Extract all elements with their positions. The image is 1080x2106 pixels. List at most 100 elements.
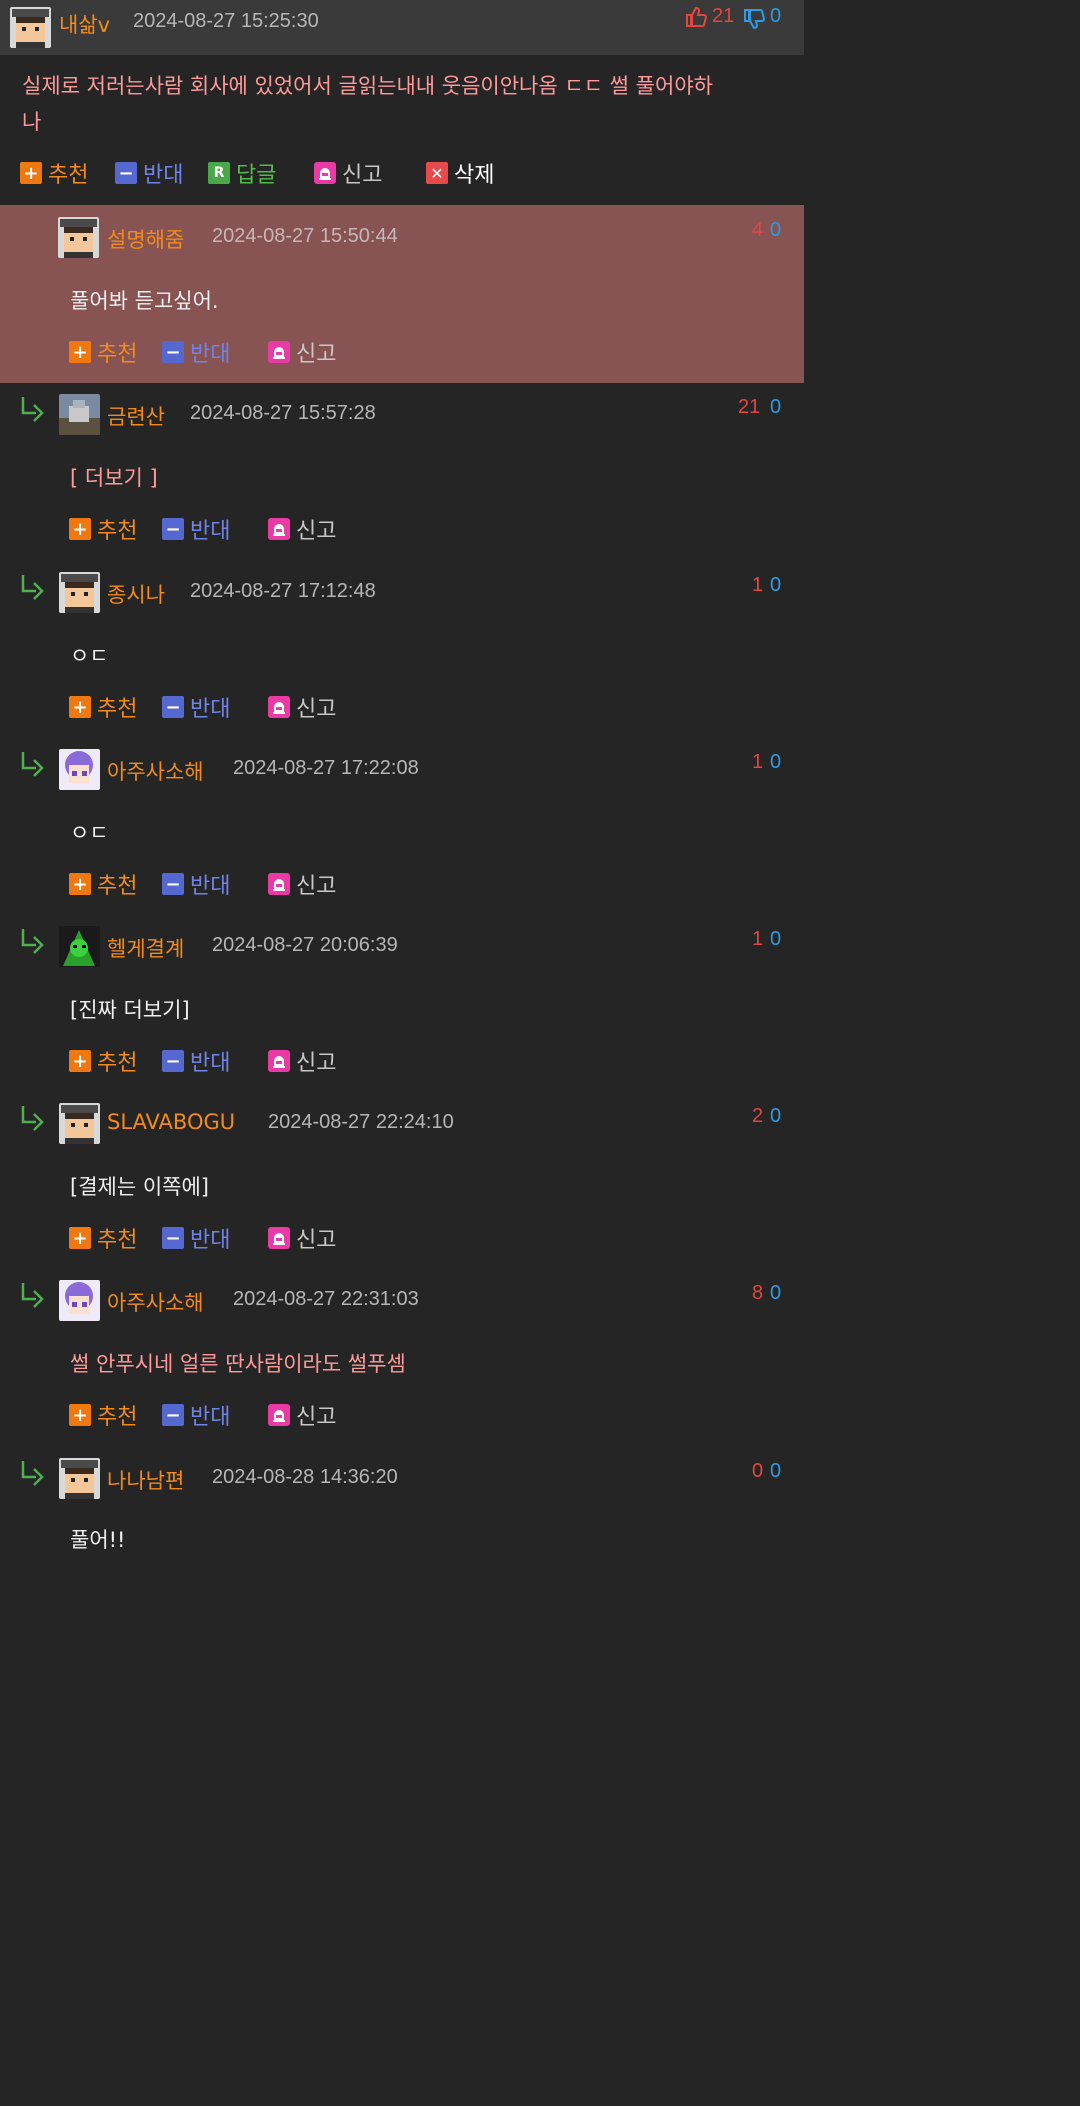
comment-text-cont: 나 [22, 110, 42, 134]
nickname[interactable]: 헬게결계 [107, 933, 184, 963]
recommend-button[interactable]: + 추천 [20, 159, 88, 188]
nickname[interactable]: 나나남편 [107, 1465, 184, 1495]
oppose-button[interactable]: − 반대 [115, 159, 183, 188]
comment-actions: + 추천 − 반대 신고 [0, 693, 804, 725]
report-button[interactable]: 신고 [268, 338, 336, 367]
plus-icon: + [69, 1404, 91, 1426]
plus-icon: + [69, 696, 91, 718]
comment-actions: + 추천 − 반대 신고 [0, 1224, 804, 1256]
reply-arrow-icon [20, 751, 48, 777]
reply-item: 설명해줌 2024-08-27 15:50:44 4 0 풀어봐 듣고싶어. +… [0, 205, 804, 383]
siren-icon [268, 518, 290, 540]
oppose-button[interactable]: − 반대 [162, 870, 230, 899]
downvote-count: 0 [770, 5, 782, 27]
avatar[interactable] [58, 217, 99, 258]
reply-arrow-icon [20, 928, 48, 954]
reply-item: 아주사소해 2024-08-27 22:31:03 8 0 썰 안푸시네 얼른 … [0, 1268, 804, 1446]
reply-item: 헬게결계 2024-08-27 20:06:39 1 0 [진짜 더보기] + 추… [0, 914, 804, 1092]
timestamp: 2024-08-27 17:12:48 [190, 580, 376, 602]
timestamp: 2024-08-28 14:36:20 [212, 1466, 398, 1488]
minus-icon: − [115, 162, 137, 184]
upvote-count: 21 [738, 396, 761, 418]
recommend-button[interactable]: + 추천 [69, 870, 137, 899]
report-button[interactable]: 신고 [268, 693, 336, 722]
close-x-icon: ✕ [426, 162, 448, 184]
reply-item: 아주사소해 2024-08-27 17:22:08 1 0 ㅇㄷ + 추천 − 반대… [0, 737, 804, 915]
nickname[interactable]: 설명해줌 [107, 224, 184, 254]
report-button[interactable]: 신고 [268, 870, 336, 899]
oppose-button[interactable]: − 반대 [162, 693, 230, 722]
oppose-button[interactable]: − 반대 [162, 338, 230, 367]
timestamp: 2024-08-27 20:06:39 [212, 934, 398, 956]
plus-icon: + [69, 873, 91, 895]
reply-button[interactable]: R 답글 [208, 159, 276, 188]
oppose-button[interactable]: − 반대 [162, 1224, 230, 1253]
report-button[interactable]: 신고 [268, 515, 336, 544]
nickname[interactable]: 아주사소해 [107, 1287, 204, 1317]
comment-text: 실제로 저러는사람 회사에 있었어서 글읽는내내 웃음이안나옴 ㄷㄷ 썰 풀어야… [22, 74, 713, 98]
nickname[interactable]: 금련산 [107, 401, 165, 431]
avatar[interactable] [59, 926, 100, 967]
comment-actions: + 추천 − 반대 R 답글 신고 ✕ 삭제 [0, 159, 804, 191]
siren-icon [268, 696, 290, 718]
recommend-button[interactable]: + 추천 [69, 515, 137, 544]
plus-icon: + [69, 1050, 91, 1072]
comment-text: 풀어!! [70, 1528, 126, 1552]
timestamp: 2024-08-27 15:50:44 [212, 225, 398, 247]
report-button[interactable]: 신고 [268, 1047, 336, 1076]
minus-icon: − [162, 1050, 184, 1072]
upvote-count: 2 [752, 1105, 764, 1127]
report-button[interactable]: 신고 [268, 1401, 336, 1430]
report-button[interactable]: 신고 [268, 1224, 336, 1253]
comment-text: ㅇㄷ [70, 644, 109, 668]
upvote-count: 1 [752, 574, 764, 596]
recommend-button[interactable]: + 추천 [69, 1401, 137, 1430]
report-button[interactable]: 신고 [314, 159, 382, 188]
avatar[interactable] [59, 1458, 100, 1499]
upvote-count: 4 [752, 219, 764, 241]
siren-icon [268, 1404, 290, 1426]
downvote-count: 0 [770, 1460, 782, 1482]
avatar[interactable] [59, 1103, 100, 1144]
plus-icon: + [69, 1227, 91, 1249]
downvote-count: 0 [770, 219, 782, 241]
oppose-button[interactable]: − 반대 [162, 1401, 230, 1430]
comment-text: ㅇㄷ [70, 821, 109, 845]
thumbs-down-icon[interactable] [742, 7, 766, 35]
nickname[interactable]: 아주사소해 [107, 756, 204, 786]
comment-text[interactable]: [ 더보기 ] [70, 462, 158, 492]
nickname[interactable]: 종시나 [107, 579, 165, 609]
downvote-count: 0 [770, 1105, 782, 1127]
thumbs-up-icon[interactable] [684, 5, 708, 33]
comment-actions: + 추천 − 반대 신고 [0, 338, 804, 370]
comment-text: 풀어봐 듣고싶어. [70, 289, 219, 313]
avatar[interactable] [59, 572, 100, 613]
timestamp: 2024-08-27 15:25:30 [133, 10, 319, 32]
downvote-count: 0 [770, 1282, 782, 1304]
avatar[interactable] [59, 749, 100, 790]
comment-text[interactable]: [진짜 더보기] [70, 994, 190, 1024]
recommend-button[interactable]: + 추천 [69, 1224, 137, 1253]
recommend-button[interactable]: + 추천 [69, 338, 137, 367]
avatar[interactable] [59, 394, 100, 435]
comment-text[interactable]: [결제는 이쪽에] [70, 1171, 209, 1201]
avatar[interactable] [59, 1280, 100, 1321]
nickname[interactable]: 내삶v [59, 9, 110, 39]
main-comment-body: 실제로 저러는사람 회사에 있었어서 글읽는내내 웃음이안나옴 ㄷㄷ 썰 풀어야… [0, 55, 804, 205]
recommend-button[interactable]: + 추천 [69, 693, 137, 722]
reply-arrow-icon [20, 574, 48, 600]
nickname[interactable]: SLAVABOGU [107, 1110, 235, 1134]
reply-arrow-icon [20, 1460, 48, 1486]
recommend-button[interactable]: + 추천 [69, 1047, 137, 1076]
timestamp: 2024-08-27 17:22:08 [233, 757, 419, 779]
comment-text: 썰 안푸시네 얼른 딴사람이라도 썰푸셈 [70, 1352, 406, 1376]
timestamp: 2024-08-27 22:31:03 [233, 1288, 419, 1310]
oppose-button[interactable]: − 반대 [162, 1047, 230, 1076]
avatar[interactable] [10, 7, 51, 48]
delete-button[interactable]: ✕ 삭제 [426, 159, 494, 188]
oppose-button[interactable]: − 반대 [162, 515, 230, 544]
reply-r-icon: R [208, 162, 230, 184]
upvote-count: 1 [752, 928, 764, 950]
main-comment-header: 내삶v 2024-08-27 15:25:30 21 0 [0, 0, 804, 55]
comment-actions: + 추천 − 반대 신고 [0, 1401, 804, 1433]
